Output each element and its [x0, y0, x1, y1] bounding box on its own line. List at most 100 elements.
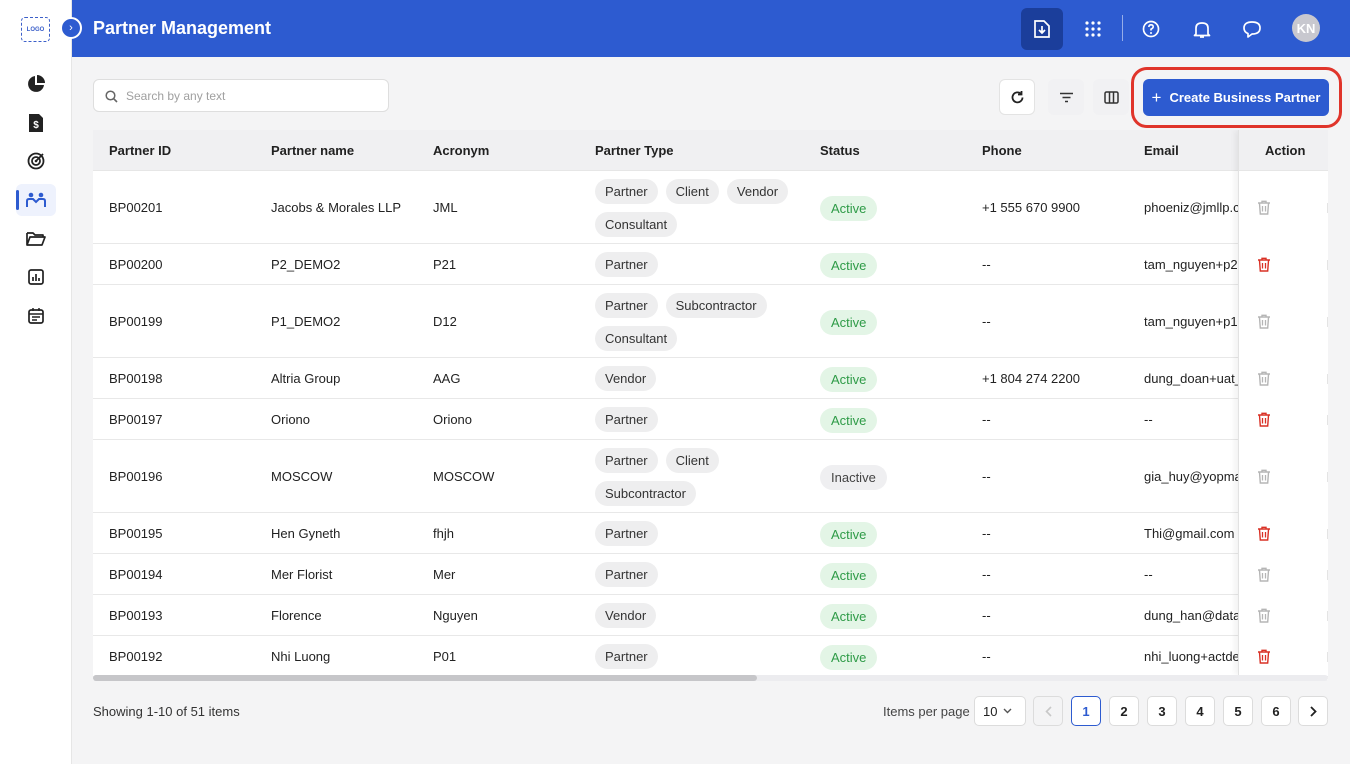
table-row[interactable]: BP00194 Mer Florist Mer -- Partner Active -- — [93, 554, 1328, 595]
sidebar-expand-button[interactable]: › — [60, 17, 82, 39]
column-header-status[interactable]: Status — [820, 143, 860, 158]
cell-partner-name: Nhi Luong — [271, 649, 331, 664]
delete-icon[interactable] — [1257, 649, 1273, 665]
table-row[interactable]: BP00200 P2_DEMO2 P21 -- Partner Active tam_ngu… — [93, 244, 1328, 285]
prev-page-button[interactable] — [1033, 696, 1063, 726]
page-title: Partner Management — [93, 18, 272, 38]
delete-icon[interactable] — [1257, 257, 1273, 273]
table-row[interactable]: BP00197 Oriono Oriono -- Partner Active -- — [93, 399, 1328, 440]
cell-partner-id: BP00200 — [109, 257, 163, 272]
apps-grid-icon — [1085, 21, 1101, 37]
calendar-icon — [28, 307, 44, 324]
filter-button[interactable] — [1048, 79, 1084, 115]
table-row[interactable]: BP00196 MOSCOW MOSCOW -- Partner Client Subcon… — [93, 440, 1328, 513]
partner-type-chip: Consultant — [595, 326, 678, 351]
create-business-partner-button[interactable]: + Create Business Partner — [1143, 79, 1329, 116]
delete-icon[interactable] — [1257, 412, 1273, 428]
notifications-button[interactable] — [1181, 8, 1223, 50]
columns-button[interactable] — [1093, 79, 1129, 115]
bell-icon — [1193, 21, 1211, 38]
partners-icon — [26, 192, 46, 207]
chevron-down-icon — [1003, 708, 1012, 714]
hidden-column-edge — [1327, 415, 1328, 425]
partners-table: Partner ID Partner name Acronym Partner … — [93, 130, 1328, 680]
delete-icon[interactable] — [1257, 526, 1273, 542]
download-button[interactable] — [1021, 8, 1063, 50]
delete-icon — [1257, 608, 1273, 624]
search-icon — [105, 90, 118, 103]
partner-type-chips: Partner Client Vendor Consultant — [595, 179, 805, 237]
table-row[interactable]: BP00193 Florence Nguyen -- Vendor Active dung_… — [93, 595, 1328, 636]
cell-email: gia_huy@yopmai — [1144, 469, 1238, 484]
plus-icon: + — [1151, 88, 1162, 107]
cell-partner-name: P1_DEMO2 — [271, 314, 341, 329]
status-badge: Active — [820, 563, 878, 588]
next-page-button[interactable] — [1298, 696, 1328, 726]
table-row[interactable]: BP00201 Jacobs & Morales LLP JML +1 555 670… — [93, 171, 1328, 244]
column-header-acronym[interactable]: Acronym — [433, 143, 489, 158]
sidebar-item-files[interactable] — [16, 223, 56, 255]
cell-partner-name: Mer Florist — [271, 567, 333, 582]
cell-partner-id: BP00194 — [109, 567, 163, 582]
sidebar-item-calendar[interactable] — [16, 299, 56, 331]
partner-type-chip: Client — [665, 448, 719, 473]
cell-email: -- — [1144, 412, 1153, 427]
page-button[interactable]: 6 — [1261, 696, 1291, 726]
sidebar-item-goals[interactable] — [16, 145, 56, 177]
cell-partner-name: Florence — [271, 608, 322, 623]
page-button[interactable]: 3 — [1147, 696, 1177, 726]
partner-type-chip: Partner — [595, 562, 658, 587]
cell-acronym: Mer — [433, 567, 456, 582]
partner-type-chips: Partner — [595, 562, 805, 587]
status-badge: Active — [820, 604, 878, 629]
table-row[interactable]: BP00198 Altria Group AAG +1 804 274 2200 Ven… — [93, 358, 1328, 399]
partner-type-chip: Subcontractor — [595, 481, 696, 506]
cell-acronym: Nguyen — [433, 608, 478, 623]
search-input[interactable] — [126, 86, 376, 106]
column-header-partner-name[interactable]: Partner name — [271, 143, 354, 158]
sidebar-item-reports[interactable] — [16, 261, 56, 293]
partner-type-chips: Partner Subcontractor Consultant — [595, 293, 805, 351]
help-button[interactable] — [1130, 8, 1172, 50]
partner-type-chip: Partner — [595, 644, 658, 669]
partner-type-chip: Vendor — [595, 603, 657, 628]
horizontal-scrollbar[interactable] — [93, 675, 757, 681]
cell-email: tam_nguyen+p2c — [1144, 257, 1238, 272]
cell-partner-id: BP00193 — [109, 608, 163, 623]
download-icon — [1034, 20, 1050, 38]
table-row[interactable]: BP00195 Hen Gyneth fhjh -- Partner Active Thi@… — [93, 513, 1328, 554]
cell-partner-name: Oriono — [271, 412, 311, 427]
cell-partner-name: Jacobs & Morales LLP — [271, 200, 402, 215]
table-row[interactable]: BP00192 Nhi Luong P01 -- Partner Active nhi_lu… — [93, 636, 1328, 677]
sidebar-item-partners[interactable] — [16, 184, 56, 216]
items-per-page-select[interactable]: 10 — [974, 696, 1026, 726]
cell-phone: -- — [982, 314, 991, 329]
avatar[interactable]: KN — [1292, 14, 1320, 42]
sidebar-item-invoices[interactable]: $ — [16, 107, 56, 139]
chat-button[interactable] — [1231, 8, 1273, 50]
column-header-phone[interactable]: Phone — [982, 143, 1022, 158]
search-box[interactable] — [93, 79, 389, 112]
column-header-partner-type[interactable]: Partner Type — [595, 143, 674, 158]
column-header-email[interactable]: Email — [1144, 143, 1179, 158]
cell-acronym: AAG — [433, 371, 461, 386]
partner-type-chip: Vendor — [726, 179, 789, 204]
partner-type-chip: Subcontractor — [665, 293, 767, 318]
table-row[interactable]: BP00199 P1_DEMO2 D12 -- Partner Subcontractor… — [93, 285, 1328, 358]
pie-chart-icon — [28, 75, 45, 92]
items-per-page-value: 10 — [983, 703, 998, 719]
page-button[interactable]: 5 — [1223, 696, 1253, 726]
page-button[interactable]: 1 — [1071, 696, 1101, 726]
column-header-partner-id[interactable]: Partner ID — [109, 143, 171, 158]
cell-phone: -- — [982, 608, 991, 623]
apps-menu-button[interactable] — [1072, 8, 1114, 50]
report-icon — [28, 269, 44, 285]
page-button[interactable]: 2 — [1109, 696, 1139, 726]
partner-type-chip: Consultant — [595, 212, 678, 237]
page-button[interactable]: 4 — [1185, 696, 1215, 726]
refresh-button[interactable] — [999, 79, 1035, 115]
cell-partner-name: P2_DEMO2 — [271, 257, 341, 272]
cell-email: dung_doan+uat_ — [1144, 371, 1238, 386]
cell-email: nhi_luong+actder — [1144, 649, 1238, 664]
sidebar-item-dashboard[interactable] — [16, 68, 56, 100]
